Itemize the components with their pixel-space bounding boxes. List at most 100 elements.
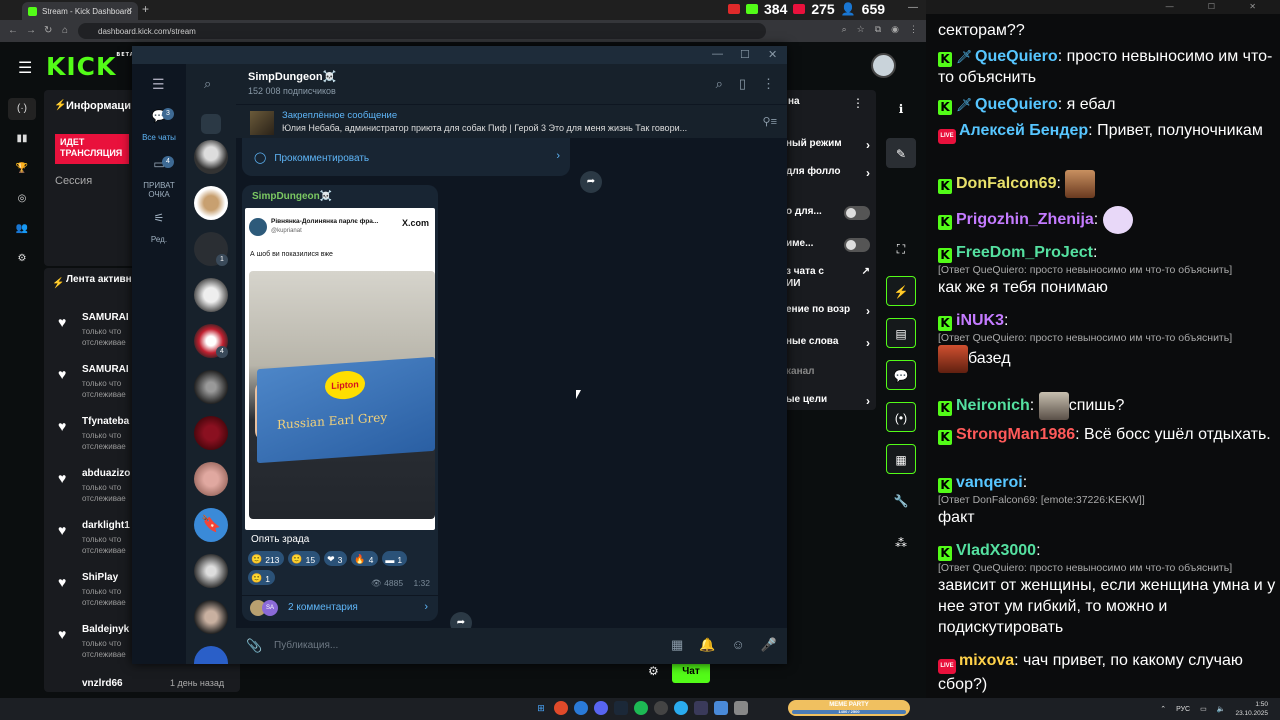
users-icon[interactable]: 👥 <box>8 218 36 240</box>
sidebar-toggle-icon[interactable]: ▯ <box>739 76 746 92</box>
settings-gear-icon[interactable]: ⚙ <box>8 248 36 270</box>
emoji-icon[interactable]: ☺ <box>732 637 745 653</box>
chat-bubble-icon[interactable]: 💬 <box>886 360 916 390</box>
minimize-icon[interactable]: — <box>908 2 918 13</box>
network-icon[interactable]: ▭ <box>1200 705 1207 713</box>
folder-all-chats[interactable]: 💬 Все чаты 3 <box>132 108 186 142</box>
more-icon[interactable]: ⋮ <box>852 96 864 110</box>
reaction-chip[interactable]: 🙂 15 <box>288 551 321 566</box>
clock[interactable]: 1:50 23.10.2025 <box>1235 700 1268 718</box>
chat-username[interactable]: iNUK3 <box>956 312 1004 329</box>
chat-username[interactable]: VladX3000 <box>956 542 1036 559</box>
feed-item[interactable]: ♥ Baldejnyk только что отслеживае <box>58 624 138 668</box>
chat-avatar[interactable] <box>194 140 228 174</box>
app-icon[interactable] <box>694 701 708 715</box>
window-controls[interactable]: — ☐ ✕ <box>1166 2 1272 11</box>
feed-item[interactable]: ♥ ShiPlay только что отслеживае <box>58 572 138 616</box>
chat-username[interactable]: DonFalcon69 <box>956 175 1056 192</box>
browser-icon[interactable] <box>574 701 588 715</box>
edit-icon[interactable]: ✎ <box>886 138 916 168</box>
setting-row[interactable]: для фолло › <box>786 166 878 180</box>
spotify-icon[interactable] <box>634 701 648 715</box>
scan-icon[interactable]: ⛶ <box>886 234 916 264</box>
avatar[interactable] <box>871 53 896 78</box>
feed-item[interactable]: ♥ Tfynateba только что отслеживае <box>58 416 138 460</box>
close-icon[interactable]: ✕ <box>768 48 777 61</box>
capture-icon[interactable]: ◎ <box>8 188 36 210</box>
chat-username[interactable]: QueQuiero <box>975 96 1058 113</box>
document-icon[interactable]: ▤ <box>886 318 916 348</box>
kick-logo[interactable]: KICKBETA <box>46 52 135 81</box>
chat-avatar[interactable] <box>194 554 228 588</box>
app-icon[interactable] <box>714 701 728 715</box>
setting-row[interactable]: ные слова › <box>786 336 878 350</box>
search-icon[interactable]: ⌕ <box>716 76 723 92</box>
setting-row[interactable]: ение по возр › <box>786 304 878 318</box>
chat-username[interactable]: mixova <box>959 652 1014 669</box>
archive-icon[interactable] <box>201 114 221 134</box>
more-icon[interactable]: ⋮ <box>762 76 775 92</box>
pinned-list-icon[interactable]: ⚲≡ <box>763 115 777 128</box>
chat-avatar[interactable] <box>194 186 228 220</box>
schedule-icon[interactable]: ▦ <box>671 637 683 653</box>
chevron-up-icon[interactable]: ⌃ <box>1160 705 1166 713</box>
attach-icon[interactable]: 📎 <box>246 638 262 654</box>
analytics-icon[interactable]: ▮▮ <box>8 128 36 150</box>
volume-icon[interactable]: 🔈 <box>1217 705 1226 713</box>
menu-icon[interactable]: ⋮ <box>909 24 918 35</box>
app-icon[interactable] <box>734 701 748 715</box>
hamburger-menu-icon[interactable]: ☰ <box>18 58 32 78</box>
maximize-icon[interactable]: ☐ <box>740 48 750 61</box>
language-indicator[interactable]: РУС <box>1176 706 1190 713</box>
reload-icon[interactable]: ↻ <box>44 25 52 36</box>
reaction-chip[interactable]: 🙂 213 <box>248 551 285 566</box>
message-input[interactable]: Публикация... <box>274 640 338 651</box>
microphone-icon[interactable]: 🎤 <box>761 637 777 653</box>
layout-icon[interactable]: ▦ <box>886 444 916 474</box>
reaction-chip[interactable]: 🔥 4 <box>351 551 379 566</box>
chat-username[interactable]: FreeDom_ProJect <box>956 244 1093 261</box>
reaction-chip[interactable]: ▬ 1 <box>382 551 408 566</box>
post-author[interactable]: SimpDungeon☠️ <box>252 191 332 202</box>
chat-avatar[interactable] <box>194 370 228 404</box>
setting-row[interactable]: ный режим › <box>786 138 878 152</box>
chat-avatar[interactable] <box>194 646 228 664</box>
comments-button[interactable]: SA 2 комментария › <box>242 595 438 621</box>
setting-row[interactable]: име... <box>786 238 878 252</box>
wrench-icon[interactable]: 🔧 <box>886 486 916 516</box>
broadcast-icon[interactable]: (•) <box>886 402 916 432</box>
close-tab-icon[interactable]: ✕ <box>126 6 133 15</box>
windows-start-icon[interactable]: ⊞ <box>534 701 548 715</box>
toggle-switch[interactable] <box>844 238 870 252</box>
saved-messages-icon[interactable]: 🔖 <box>194 508 228 542</box>
toggle-switch[interactable] <box>844 206 870 220</box>
setting-row[interactable]: з чата с ↗ <box>786 266 878 277</box>
forward-icon[interactable]: → <box>26 25 36 36</box>
chat-avatar[interactable] <box>194 462 228 496</box>
extensions-icon[interactable]: ⧉ <box>875 24 881 35</box>
feed-item[interactable]: ♥ abduazizo только что отслеживае <box>58 468 138 512</box>
comment-button[interactable]: ◯ Прокомментировать <box>254 151 369 164</box>
bell-icon[interactable]: 🔔 <box>699 637 715 653</box>
search-icon[interactable]: ⌕ <box>204 76 211 92</box>
chat-avatar[interactable] <box>194 600 228 634</box>
chat-avatar[interactable] <box>194 278 228 312</box>
chat-username[interactable]: Алексей Бендер <box>959 122 1088 139</box>
chat-username[interactable]: vanqeroi <box>956 474 1023 491</box>
chat-avatar[interactable] <box>194 416 228 450</box>
bookmark-star-icon[interactable]: ☆ <box>857 24 865 35</box>
chat-settings-gear-icon[interactable]: ⚙ <box>648 664 659 678</box>
folder-edit[interactable]: ⚟ Ред. <box>132 212 186 244</box>
home-icon[interactable]: ⌂ <box>62 25 68 36</box>
reaction-chip[interactable]: ❤ 3 <box>324 551 348 566</box>
chat-button[interactable]: Чат <box>672 661 710 683</box>
chat-username[interactable]: QueQuiero <box>975 48 1058 65</box>
discord-icon[interactable] <box>594 701 608 715</box>
setting-row[interactable]: ые цели › <box>786 394 878 408</box>
obs-icon[interactable] <box>654 701 668 715</box>
apps-icon[interactable]: ⁂ <box>886 528 916 558</box>
external-link-icon[interactable]: ↗ <box>862 266 870 277</box>
channel-name[interactable]: SimpDungeon☠️ <box>248 70 336 83</box>
chat-username[interactable]: Prigozhin_Zhenija <box>956 211 1094 228</box>
profile-icon[interactable]: ◉ <box>891 24 899 35</box>
